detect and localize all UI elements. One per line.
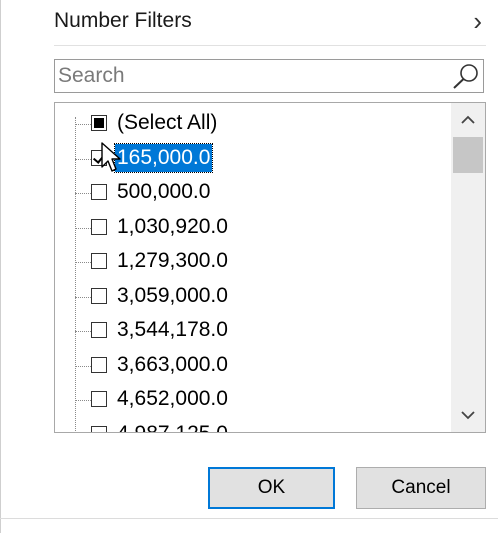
value-checkbox[interactable]	[91, 287, 107, 304]
list-item-label: 500,000.0	[117, 180, 211, 203]
scroll-up-button[interactable]	[451, 105, 485, 135]
value-checkbox[interactable]	[91, 391, 107, 407]
filter-value-list[interactable]: (Select All) 165,000.0 500,000.0 1,030,920.…	[54, 102, 486, 433]
value-checkbox[interactable]	[91, 425, 107, 432]
list-item[interactable]: 1,279,300.0	[55, 245, 451, 279]
value-checkbox[interactable]	[91, 218, 107, 235]
tree-connector-tick	[75, 365, 91, 367]
scrollbar-thumb[interactable]	[453, 137, 483, 173]
tree-connector-tick	[75, 296, 91, 298]
value-checkbox[interactable]	[91, 322, 107, 338]
scroll-down-button[interactable]	[451, 400, 485, 430]
chevron-down-icon	[461, 411, 475, 420]
list-item[interactable]: 3,544,178.0	[55, 314, 451, 348]
value-checkbox[interactable]	[91, 253, 107, 269]
search-box[interactable]	[54, 59, 484, 93]
tree-connector-tick	[75, 227, 91, 229]
list-item[interactable]: 1,030,920.0	[55, 211, 451, 245]
list-item[interactable]: 3,663,000.0	[55, 349, 451, 383]
search-input[interactable]	[58, 61, 450, 91]
list-item-label: (Select All)	[117, 111, 218, 134]
select-all-checkbox[interactable]	[91, 115, 107, 131]
value-checkbox[interactable]	[91, 356, 107, 373]
list-item-label: 3,663,000.0	[117, 352, 228, 376]
chevron-up-icon	[461, 115, 475, 124]
list-item[interactable]: 500,000.0	[55, 176, 451, 210]
list-item-label: 3,544,178.0	[117, 318, 228, 341]
value-checkbox[interactable]	[91, 184, 107, 200]
list-item[interactable]: 3,059,000.0	[55, 280, 451, 314]
tree-connector-tick	[75, 331, 91, 332]
tree-connector-tick	[75, 158, 91, 160]
cancel-button[interactable]: Cancel	[356, 467, 486, 509]
list-item-label: 3,059,000.0	[117, 283, 228, 307]
ok-button[interactable]: OK	[208, 467, 335, 509]
dialog-left-border	[0, 0, 1, 533]
dialog-bottom-border	[0, 518, 498, 519]
list-item-label: 4,652,000.0	[117, 387, 228, 410]
tree-connector-tick	[75, 193, 91, 194]
select-all-item[interactable]: (Select All)	[55, 107, 451, 141]
tree-connector-tick	[75, 400, 91, 401]
number-filters-menu-item[interactable]: Number Filters ›	[54, 4, 484, 38]
list-item[interactable]: 4,987,125.0	[55, 418, 451, 433]
tree-connector-tick	[75, 124, 91, 125]
list-item-label: 4,987,125.0	[117, 421, 228, 433]
vertical-scrollbar[interactable]	[451, 103, 485, 432]
tree-connector-tick	[75, 262, 91, 263]
list-item-label: 165,000.0	[113, 142, 214, 173]
list-item-label: 1,279,300.0	[117, 249, 228, 272]
chevron-right-icon: ›	[473, 6, 482, 36]
list-item-label: 1,030,920.0	[117, 214, 228, 238]
menu-separator	[54, 45, 486, 46]
number-filters-label: Number Filters	[54, 9, 192, 32]
list-item[interactable]: 4,652,000.0	[55, 383, 451, 417]
mouse-pointer-icon	[101, 142, 121, 172]
search-icon[interactable]	[451, 62, 481, 90]
